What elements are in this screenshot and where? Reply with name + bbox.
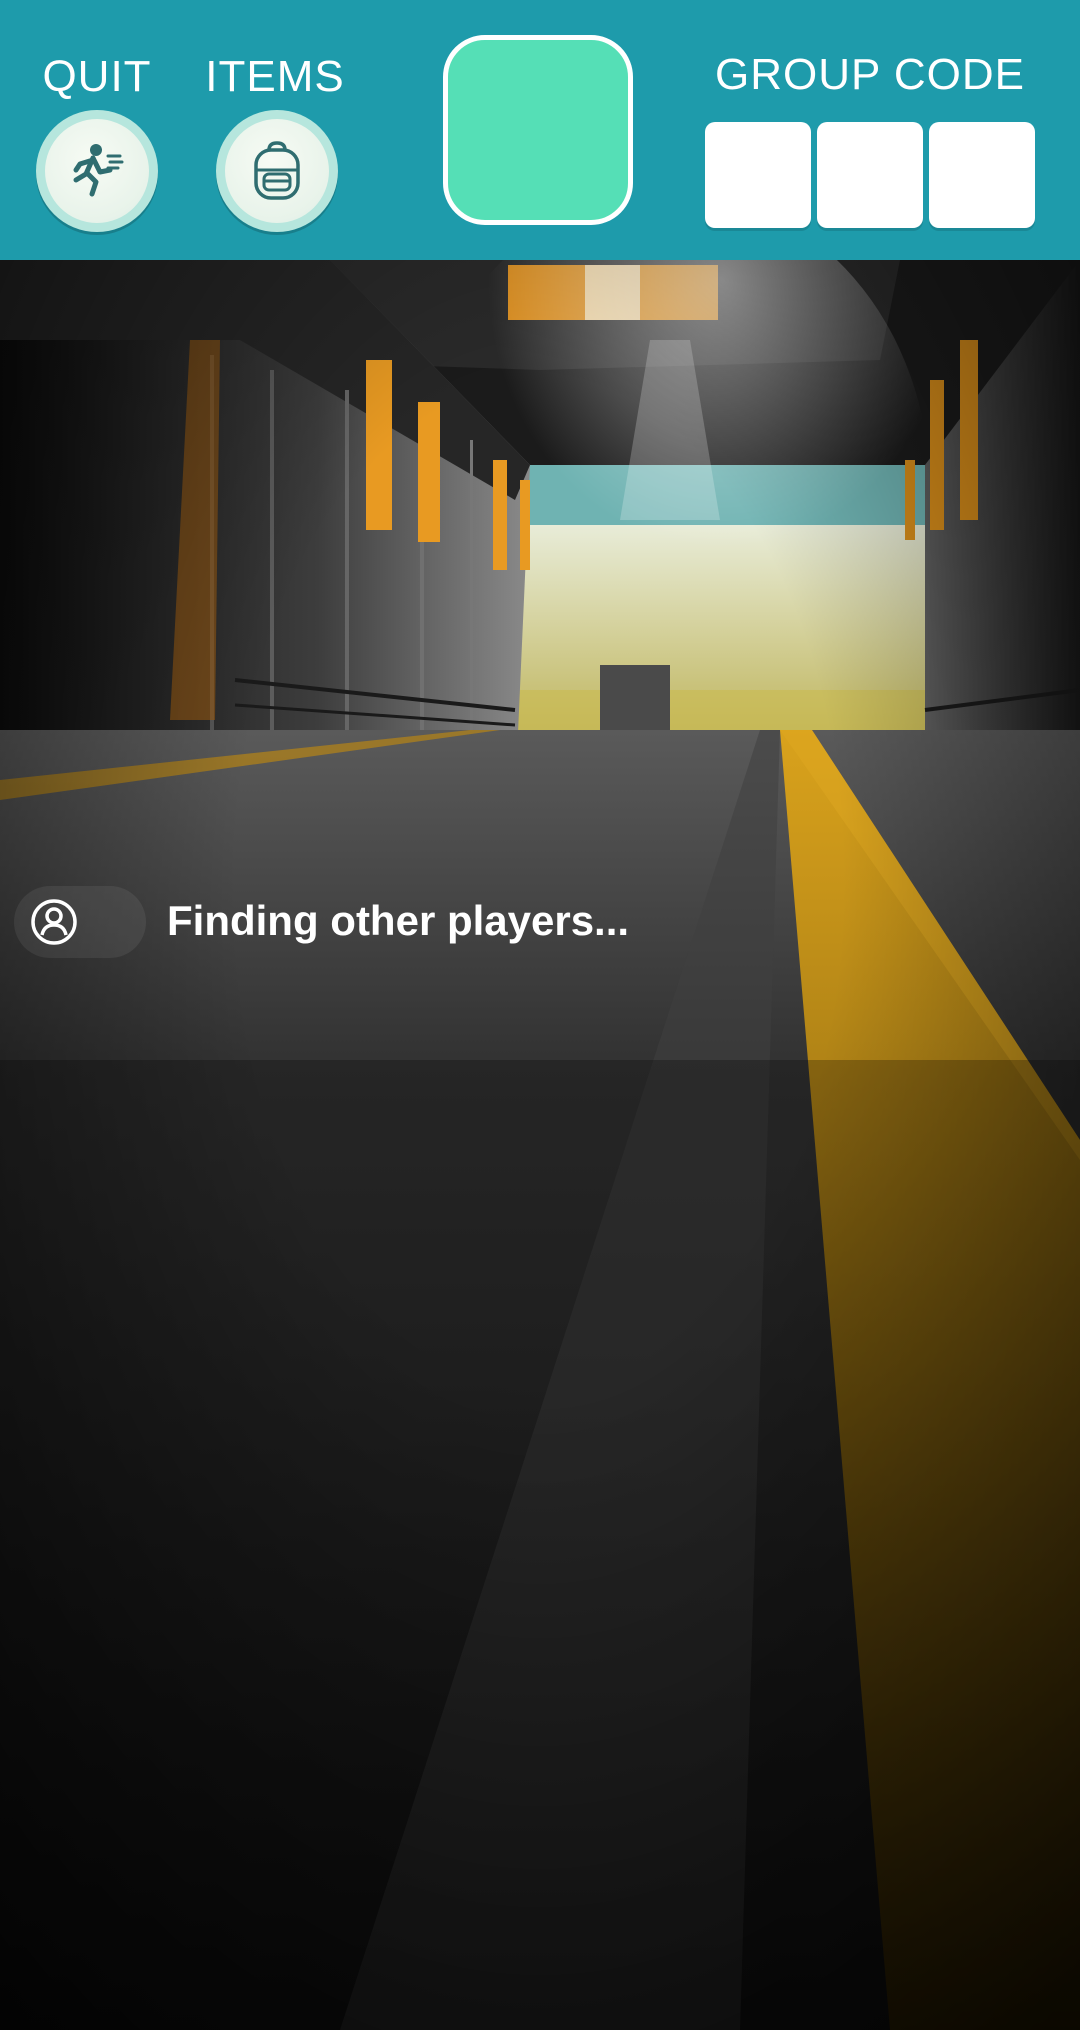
group-code-label: GROUP CODE: [715, 50, 1025, 99]
finding-players-status: Finding other players...: [167, 897, 630, 944]
backpack-icon: [254, 141, 300, 200]
battle-lobby-screen: QUIT ITEMS GROUP CODE Finding other play…: [0, 0, 1080, 2030]
group-code-slot-3: [929, 122, 1035, 228]
quit-button[interactable]: [36, 110, 158, 232]
items-label: ITEMS: [205, 52, 345, 101]
group-code-slot-2: [817, 122, 923, 228]
group-code-slot-1: [705, 122, 811, 228]
top-bar: QUIT ITEMS GROUP CODE: [0, 0, 1080, 260]
items-button-face: [225, 119, 329, 223]
group-leader-tile: [443, 35, 633, 225]
stadium-tunnel-scene: [0, 260, 1080, 2030]
player-count-pill: [14, 886, 146, 958]
quit-label: QUIT: [42, 52, 152, 101]
user-avatar-icon: [31, 899, 77, 945]
running-person-icon: [73, 144, 124, 197]
items-button[interactable]: [216, 110, 338, 232]
quit-button-face: [45, 119, 149, 223]
